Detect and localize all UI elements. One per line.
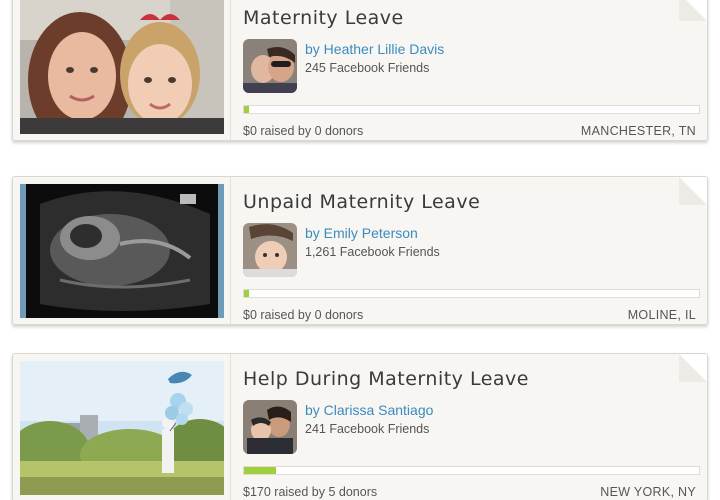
facebook-friends-count: 241 Facebook Friends [305,422,430,436]
campaign-photo[interactable] [20,0,224,134]
raised-summary: $170 raised by 5 donors [243,485,378,499]
campaign-location: NEW YORK, NY [600,485,696,499]
card-divider [230,177,231,324]
card-divider [230,354,231,500]
raised-summary: $0 raised by 0 donors [243,308,364,322]
corner-fold [679,354,707,382]
raised-summary: $0 raised by 0 donors [243,124,364,138]
facebook-friends-count: 1,261 Facebook Friends [305,245,440,259]
campaign-card[interactable]: Help During Maternity Leave by Clarissa … [12,353,708,500]
campaign-location: MOLINE, IL [627,308,696,322]
author-link[interactable]: by Clarissa Santiago [305,402,433,418]
progress-bar [243,105,700,114]
progress-fill [244,290,249,297]
campaign-title[interactable]: Help During Maternity Leave [243,368,529,390]
author-link[interactable]: by Heather Lillie Davis [305,41,444,57]
campaign-photo[interactable] [20,361,224,495]
campaign-card[interactable]: Maternity Leave by Heather Lillie Davis … [12,0,708,141]
progress-fill [244,106,249,113]
author-avatar[interactable] [243,39,297,93]
facebook-friends-count: 245 Facebook Friends [305,61,430,75]
author-link[interactable]: by Emily Peterson [305,225,418,241]
campaign-photo[interactable] [20,184,224,318]
campaign-title[interactable]: Unpaid Maternity Leave [243,191,480,213]
progress-fill [244,467,276,474]
corner-fold [679,0,707,21]
campaign-title[interactable]: Maternity Leave [243,7,404,29]
campaign-card[interactable]: Unpaid Maternity Leave by Emily Peterson… [12,176,708,325]
card-divider [230,0,231,140]
corner-fold [679,177,707,205]
author-avatar[interactable] [243,223,297,277]
progress-bar [243,289,700,298]
progress-bar [243,466,700,475]
author-avatar[interactable] [243,400,297,454]
campaign-location: MANCHESTER, TN [580,124,696,138]
